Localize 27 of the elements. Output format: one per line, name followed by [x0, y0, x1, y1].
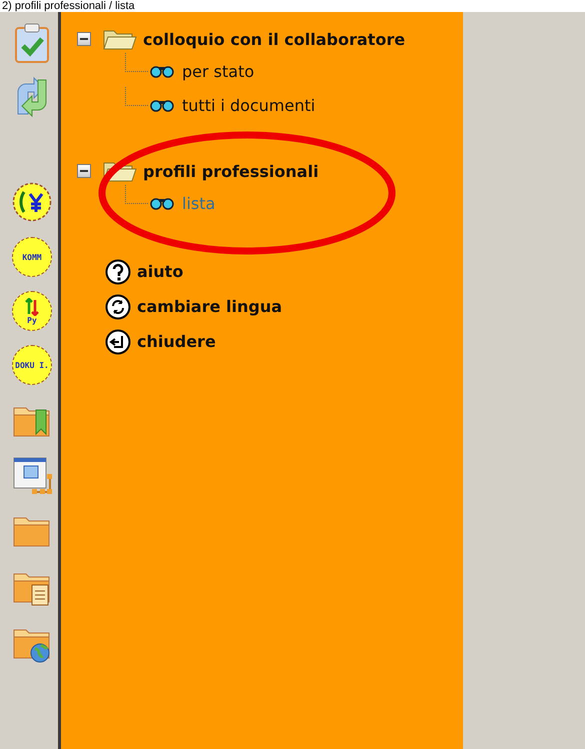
tree-item-link[interactable]: tutti i documenti — [182, 96, 316, 114]
menu-action[interactable]: aiuto — [105, 254, 463, 289]
cycle-arrows-icon — [105, 294, 131, 320]
exit-icon — [105, 328, 131, 354]
binoculars-icon — [150, 196, 174, 210]
menu-action[interactable]: chiudere — [105, 324, 463, 359]
tree-item-link[interactable]: per stato — [182, 62, 254, 80]
folder-icon — [103, 160, 137, 182]
caption-text: 2) profili professionali / lista — [2, 0, 135, 12]
tree-folder-label[interactable]: profili professionali — [143, 162, 319, 180]
tree-folder-label[interactable]: colloquio con il collaboratore — [143, 30, 406, 48]
round-badge-button[interactable]: KOMM — [12, 237, 52, 277]
help-icon — [105, 258, 131, 284]
folder-icon — [103, 28, 137, 50]
round-badge-button[interactable]: DOKU I. — [12, 345, 52, 385]
collapse-toggle[interactable] — [77, 164, 91, 178]
menu-action[interactable]: cambiare lingua — [105, 289, 463, 324]
toolbar-button[interactable] — [11, 455, 53, 497]
collapse-toggle[interactable] — [77, 32, 91, 46]
round-badge-button[interactable]: Py — [12, 291, 52, 331]
clipboard-check-icon — [12, 22, 52, 64]
minus-icon — [80, 167, 88, 175]
up-down-arrows-icon — [25, 298, 39, 316]
binoculars-icon — [150, 64, 174, 78]
minus-icon — [80, 35, 88, 43]
window-diagram-icon — [12, 456, 52, 496]
binoculars-icon — [150, 98, 174, 112]
